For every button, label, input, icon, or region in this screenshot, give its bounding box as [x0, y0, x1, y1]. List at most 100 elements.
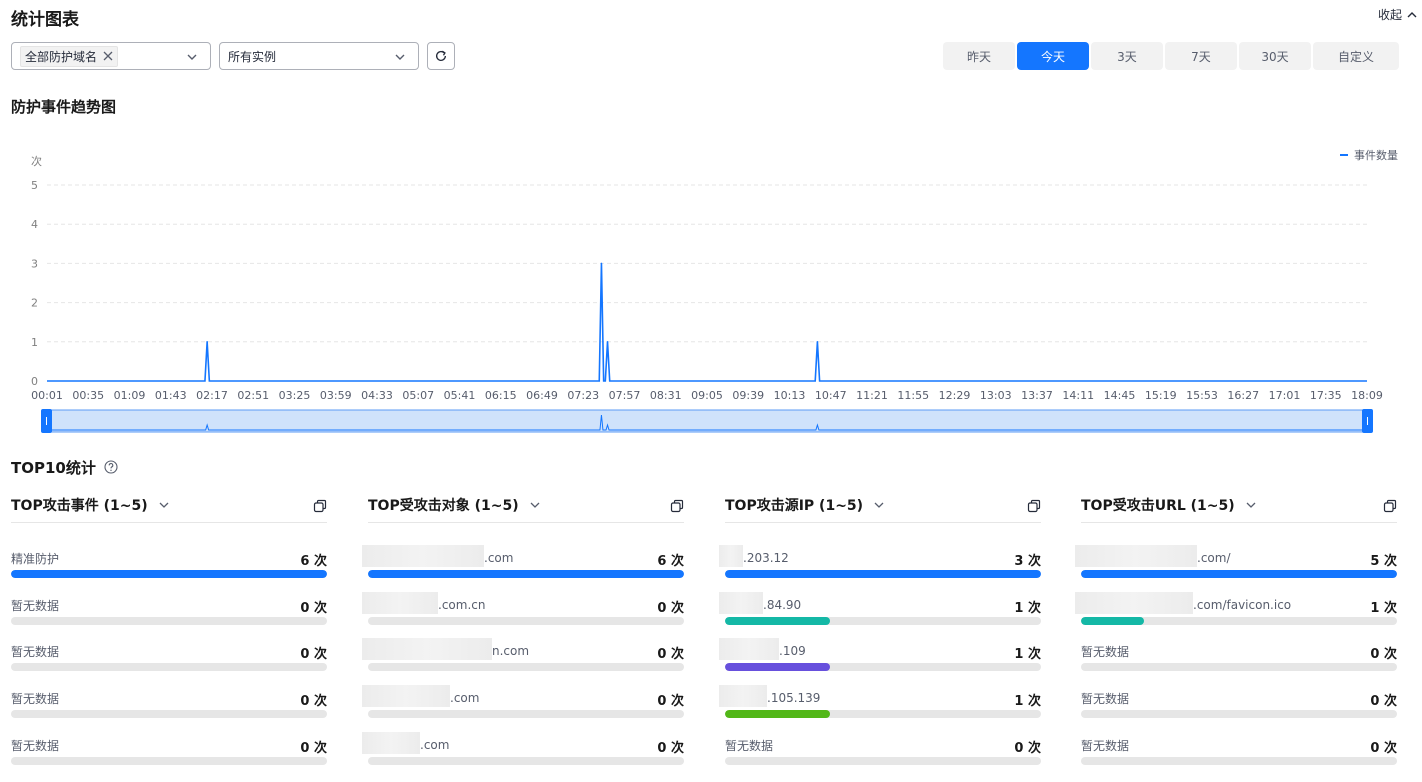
- redacted-mask: [362, 685, 450, 708]
- row-label-text: 暂无数据: [11, 738, 60, 753]
- card-header: TOP攻击事件 (1~5): [11, 493, 327, 523]
- stat-row: 精准防护 6 次: [11, 550, 327, 590]
- collapse-toggle[interactable]: 收起: [1378, 6, 1418, 23]
- chevron-down-icon[interactable]: [158, 499, 170, 511]
- page-title: 统计图表: [11, 10, 79, 30]
- redacted-mask: [719, 685, 767, 708]
- row-label: .com/: [1075, 545, 1231, 567]
- row-label-text: 暂无数据: [725, 738, 774, 753]
- stat-row: .com.cn 0 次: [362, 591, 684, 637]
- x-tick-label: 03:59: [320, 389, 352, 402]
- progress-fill: [725, 570, 1041, 578]
- progress-track: [368, 663, 684, 672]
- x-tick-label: 02:17: [196, 389, 228, 402]
- redacted-mask: [719, 545, 743, 567]
- progress-track: [11, 570, 327, 578]
- copy-icon[interactable]: [313, 499, 327, 513]
- x-tick-label: 04:33: [361, 389, 393, 402]
- range-button[interactable]: 自定义: [1313, 42, 1399, 70]
- x-tick-label: 01:43: [155, 389, 187, 402]
- progress-track: [368, 616, 684, 625]
- redacted-mask: [362, 731, 420, 754]
- refresh-button[interactable]: [427, 42, 455, 70]
- progress-track: [11, 616, 327, 625]
- x-tick-label: 17:01: [1269, 389, 1301, 402]
- x-tick-label: 05:41: [444, 389, 476, 402]
- copy-icon[interactable]: [670, 499, 684, 513]
- x-tick-label: 11:55: [897, 389, 929, 402]
- x-tick-label: 01:09: [114, 389, 146, 402]
- stat-row: .com 6 次: [362, 545, 684, 590]
- stat-row: 暂无数据 0 次: [11, 690, 327, 730]
- row-label-text: .com/favicon.ico: [1193, 597, 1292, 612]
- redacted-mask: [362, 545, 484, 567]
- x-tick-label: 09:39: [732, 389, 764, 402]
- x-tick-label: 03:25: [279, 389, 311, 402]
- range-button[interactable]: 30天: [1239, 42, 1311, 70]
- row-label-text: .com: [484, 551, 514, 565]
- card-title[interactable]: TOP受攻击对象 (1~5): [368, 495, 519, 515]
- progress-track: [1081, 710, 1397, 719]
- row-count: 1 次: [1014, 694, 1041, 710]
- instance-select[interactable]: 所有实例: [219, 42, 419, 70]
- row-label: 暂无数据: [11, 690, 59, 707]
- redacted-mask: [362, 638, 492, 661]
- row-label-text: .84.90: [763, 597, 802, 612]
- progress-track: [1081, 756, 1397, 765]
- row-label: .com: [362, 731, 449, 754]
- card-header: TOP受攻击对象 (1~5): [368, 493, 684, 523]
- card-title[interactable]: TOP受攻击URL (1~5): [1081, 495, 1235, 515]
- top-card: TOP攻击源IP (1~5) .203.12 3 次 .84.90 1 次 .109 1 次…: [719, 493, 1041, 765]
- range-button[interactable]: 3天: [1091, 42, 1163, 70]
- top10-title-label: TOP10统计: [11, 459, 96, 477]
- chevron-down-icon[interactable]: [1245, 499, 1257, 511]
- progress-track: [1081, 663, 1397, 672]
- y-tick-label: 4: [31, 218, 38, 231]
- y-tick-label: 0: [31, 375, 38, 388]
- stat-row: n.com 0 次: [362, 638, 684, 683]
- x-tick-label: 18:09: [1351, 389, 1383, 402]
- copy-icon[interactable]: [1383, 499, 1397, 513]
- x-tick-label: 05:07: [402, 389, 434, 402]
- x-tick-label: 00:35: [72, 389, 104, 402]
- instance-select-value: 所有实例: [228, 49, 277, 64]
- progress-track: [725, 710, 1041, 719]
- card-title[interactable]: TOP攻击源IP (1~5): [725, 495, 863, 515]
- x-tick-label: 13:03: [980, 389, 1012, 402]
- range-button[interactable]: 昨天: [943, 42, 1015, 70]
- range-button[interactable]: 今天: [1017, 42, 1089, 70]
- row-label: .com.cn: [362, 591, 485, 614]
- redacted-mask: [362, 591, 438, 614]
- row-label: 暂无数据: [11, 597, 59, 614]
- card-header: TOP受攻击URL (1~5): [1081, 493, 1397, 523]
- chevron-down-icon[interactable]: [529, 499, 541, 511]
- row-label: .203.12: [719, 545, 789, 567]
- stat-row: .com/5 次: [1075, 545, 1397, 590]
- progress-track: [11, 663, 327, 672]
- chevron-down-icon[interactable]: [873, 499, 885, 511]
- x-tick-label: 08:31: [650, 389, 682, 402]
- row-count: 0 次: [657, 740, 684, 756]
- x-tick-label: 10:47: [815, 389, 847, 402]
- progress-track: [368, 570, 684, 578]
- help-icon[interactable]: [104, 460, 118, 474]
- row-label-text: 暂无数据: [11, 692, 60, 707]
- row-label-text: .com: [450, 691, 480, 706]
- stat-row: .203.12 3 次: [719, 545, 1041, 590]
- row-label-text: 暂无数据: [11, 598, 60, 613]
- progress-track: [725, 570, 1041, 578]
- range-button[interactable]: 7天: [1165, 42, 1237, 70]
- card-title[interactable]: TOP攻击事件 (1~5): [11, 495, 148, 515]
- stat-row: 暂无数据 0 次: [1081, 690, 1397, 730]
- stat-row: 暂无数据 0 次: [725, 737, 1041, 777]
- domain-select[interactable]: 全部防护域名: [11, 42, 211, 70]
- progress-fill: [725, 616, 831, 625]
- progress-track: [725, 616, 1041, 625]
- copy-icon[interactable]: [1027, 499, 1041, 513]
- close-icon[interactable]: [103, 51, 113, 61]
- zoom-slider-window: [43, 409, 1371, 433]
- trend-chart[interactable]: 次 0 1 2 3 4 5 00:01 00:35 01:09 01:43 02:17 02:51 03:…: [0, 140, 1422, 440]
- redacted-mask: [1075, 591, 1193, 614]
- x-tick-label: 09:05: [691, 389, 723, 402]
- stat-row: .com/favicon.ico 1 次: [1075, 591, 1397, 637]
